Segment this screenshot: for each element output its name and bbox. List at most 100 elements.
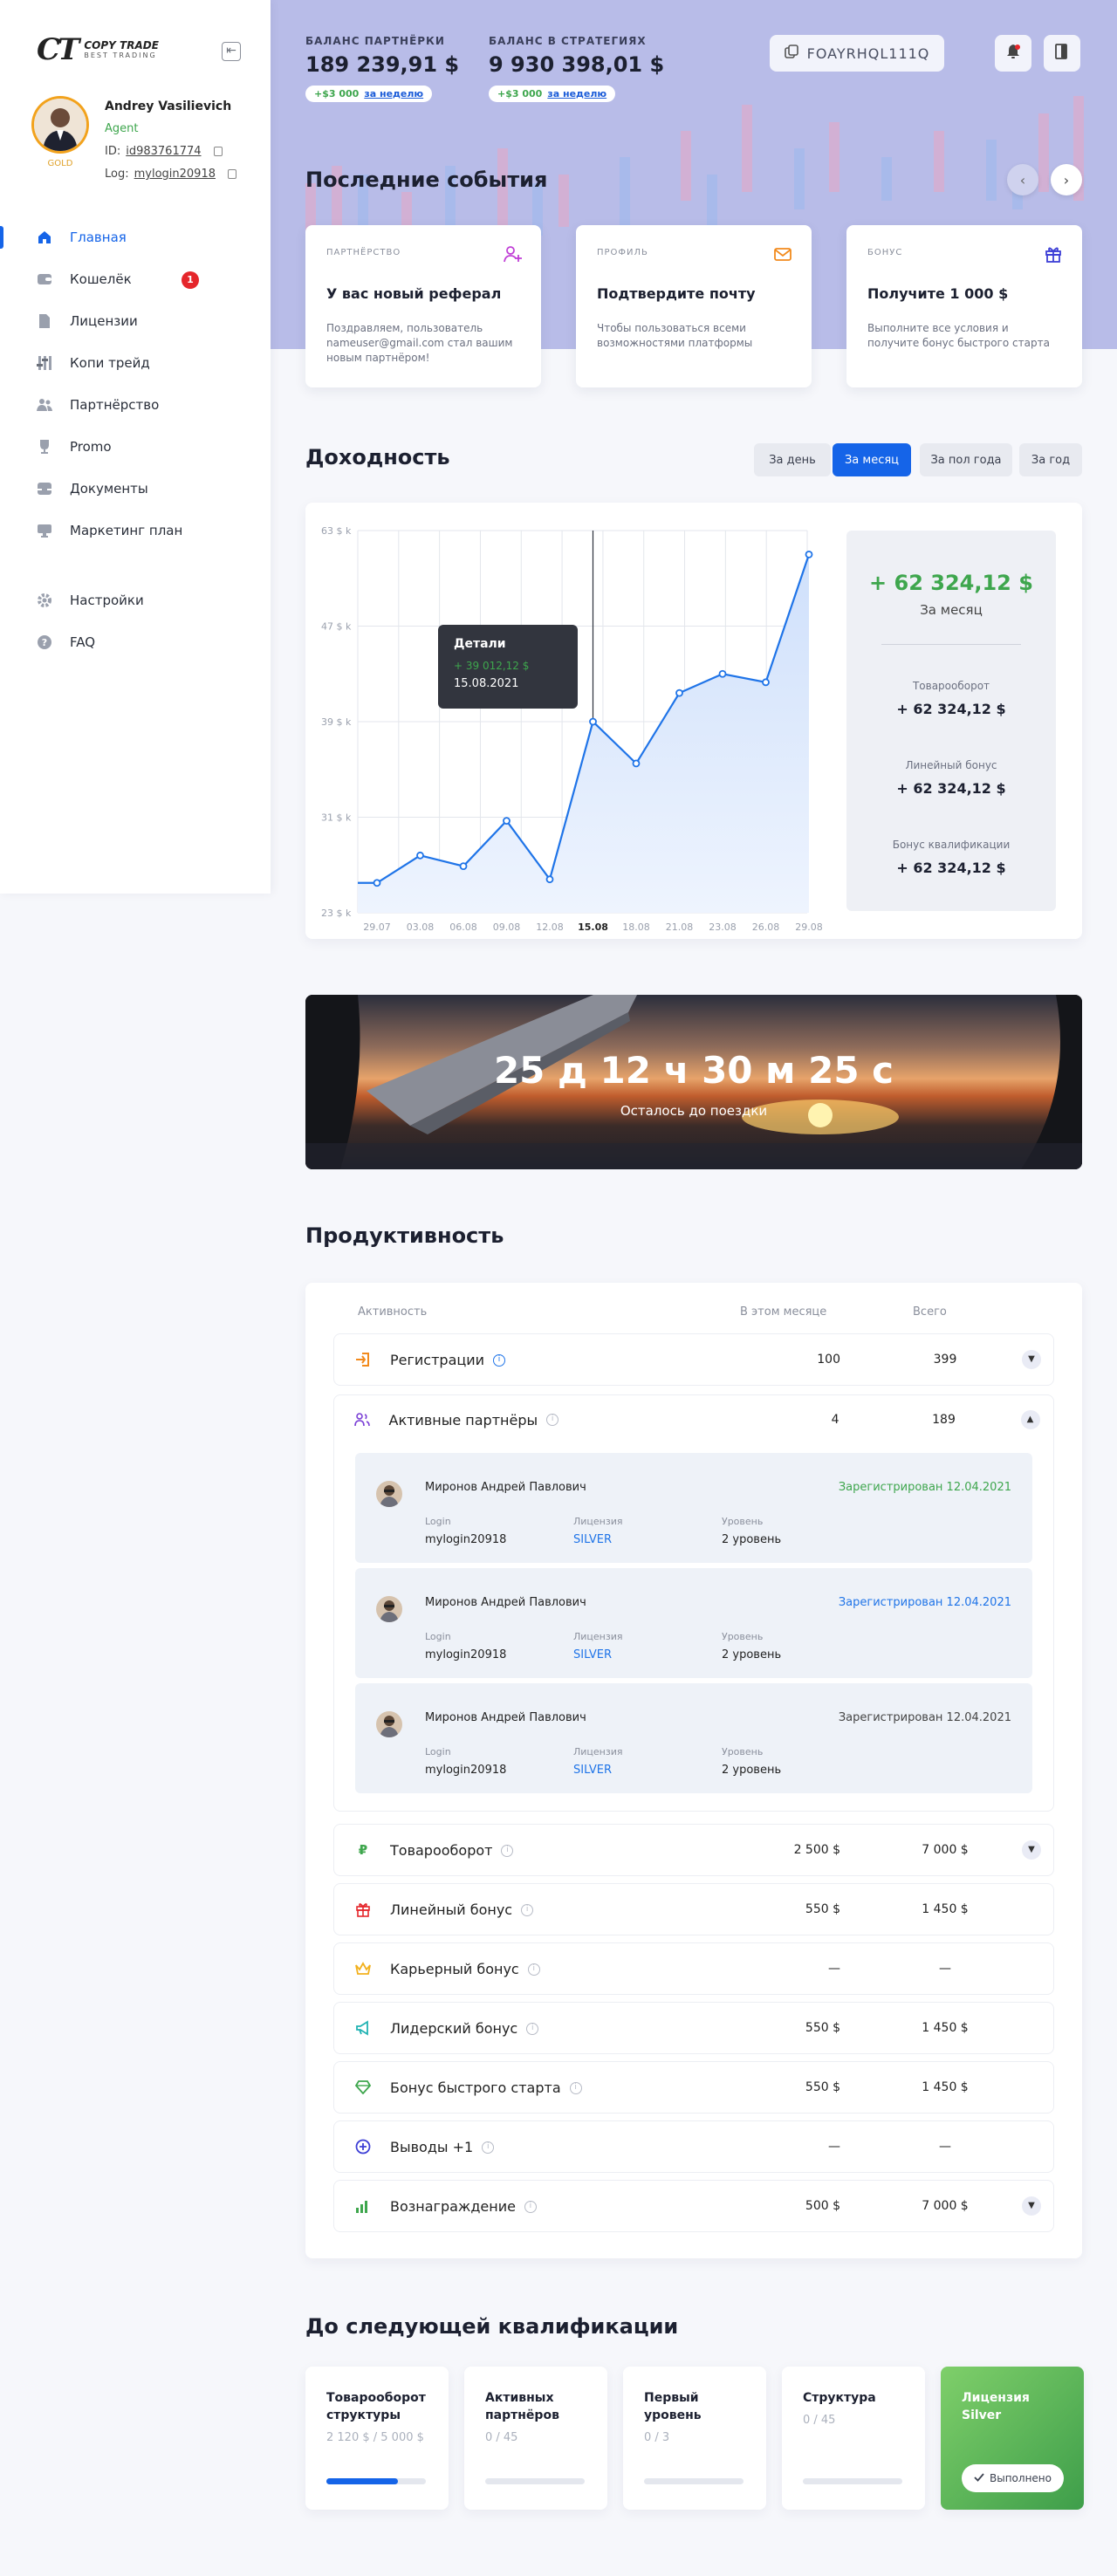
- info-icon[interactable]: i: [524, 2200, 537, 2213]
- table-row[interactable]: Выводы +1 i — —: [333, 2120, 1054, 2173]
- qualification-card[interactable]: Товарооборот структуры 2 120 $ / 5 000 $: [305, 2367, 449, 2510]
- info-icon[interactable]: i: [527, 1963, 540, 1976]
- nav-item-copy-trade[interactable]: Копи трейд: [0, 342, 271, 384]
- income-chart[interactable]: 63 $ k 47 $ k 39 $ k 31 $ k 23 $ k 29.07 03.08…: [305, 503, 829, 939]
- stat-value: + 62 324,12 $: [896, 860, 1006, 876]
- qualification-card[interactable]: Структура 0 / 45: [782, 2367, 925, 2510]
- events-title: Последние события: [305, 168, 548, 192]
- collapse-sidebar-button[interactable]: ⇤: [222, 42, 241, 61]
- table-row[interactable]: Бонус быстрого старта i 550 $ 1 450 $: [333, 2061, 1054, 2114]
- events-prev-button[interactable]: ‹: [1007, 164, 1038, 195]
- x-tick-label: 18.08: [622, 921, 650, 933]
- row-month-value: 550 $: [805, 2021, 840, 2035]
- nav-item-settings[interactable]: Настройки: [0, 579, 271, 621]
- qualification-card-progress-text: 0 / 45: [485, 2431, 518, 2444]
- info-icon[interactable]: i: [546, 1414, 559, 1426]
- events-next-button[interactable]: ›: [1051, 164, 1082, 195]
- partner-name: Миронов Андрей Павлович: [425, 1711, 586, 1724]
- nav-item-home[interactable]: Главная: [0, 216, 271, 258]
- partner-balance-period-link[interactable]: за неделю: [364, 88, 423, 99]
- progress-bar: [644, 2478, 744, 2484]
- table-row[interactable]: ₽ Товарооборот i 2 500 $ 7 000 $ ▼: [333, 1824, 1054, 1876]
- nav-item-promo[interactable]: Promo: [0, 426, 271, 468]
- qualification-card[interactable]: Первый уровень 0 / 3: [623, 2367, 766, 2510]
- strategies-balance-period-link[interactable]: за неделю: [547, 88, 606, 99]
- partner-card[interactable]: Миронов Андрей Павлович Зарегистрирован …: [355, 1568, 1032, 1678]
- mail-icon: [773, 244, 792, 264]
- strategies-balance-value: 9 930 398,01 $: [489, 52, 665, 77]
- promo-code-button[interactable]: FOAYRHQL111Q: [770, 35, 944, 72]
- notifications-button[interactable]: [995, 35, 1031, 72]
- logo[interactable]: CT COPY TRADE BEST TRADING: [37, 32, 159, 67]
- trip-countdown-banner[interactable]: 25 д 12 ч 30 м 25 с Осталось до поездки: [305, 995, 1082, 1169]
- info-icon[interactable]: i: [521, 1903, 534, 1916]
- table-row[interactable]: Лидерский бонус i 550 $ 1 450 $: [333, 2002, 1054, 2054]
- partner-login-label: Login: [425, 1746, 451, 1757]
- nav-item-documents[interactable]: Документы: [0, 468, 271, 510]
- x-tick-label: 03.08: [407, 921, 435, 933]
- chevron-down-icon[interactable]: ▼: [1022, 1350, 1041, 1369]
- copy-icon[interactable]: [213, 147, 223, 156]
- chevron-down-icon[interactable]: ▼: [1022, 1840, 1041, 1860]
- nav-item-marketing-plan[interactable]: Маркетинг план: [0, 510, 271, 552]
- info-icon[interactable]: i: [569, 2081, 582, 2094]
- event-card[interactable]: БОНУС Получите 1 000 $ Выполните все усл…: [846, 225, 1082, 387]
- event-card[interactable]: ПРОФИЛЬ Подтвердите почту Чтобы пользова…: [576, 225, 812, 387]
- row-label: Регистрации: [390, 1352, 485, 1368]
- table-row[interactable]: Линейный бонус i 550 $ 1 450 $: [333, 1883, 1054, 1935]
- row-total-value: 189: [932, 1412, 956, 1427]
- qualification-card-done[interactable]: Лицензия Silver Выполнено: [941, 2367, 1084, 2510]
- row-month-value: 4: [831, 1412, 839, 1427]
- data-point: [675, 689, 683, 697]
- copy-icon[interactable]: [228, 169, 236, 179]
- nav-item-partnership[interactable]: Партнёрство: [0, 384, 271, 426]
- partner-license-label: Лицензия: [573, 1631, 623, 1642]
- sidebar: CT COPY TRADE BEST TRADING ⇤ GOLD Andrey…: [0, 0, 271, 894]
- inbox-icon: [37, 481, 52, 497]
- table-row[interactable]: Вознаграждение i 500 $ 7 000 $ ▼: [333, 2180, 1054, 2232]
- period-day-button[interactable]: За день: [754, 443, 831, 476]
- user-login-link[interactable]: mylogin20918: [134, 168, 216, 181]
- partner-login-label: Login: [425, 1631, 451, 1642]
- qualification-card-title: Лицензия Silver: [962, 2391, 1030, 2422]
- partner-name: Миронов Андрей Павлович: [425, 1481, 586, 1494]
- gift-icon: [355, 1901, 371, 1917]
- info-icon[interactable]: i: [526, 2022, 539, 2035]
- partner-card[interactable]: Миронов Андрей Павлович Зарегистрирован …: [355, 1683, 1032, 1793]
- logo-mark: CT: [37, 32, 79, 67]
- row-month-value: 550 $: [805, 1902, 840, 1916]
- info-icon[interactable]: i: [493, 1353, 506, 1367]
- table-row[interactable]: Регистрации i 100 399 ▼: [333, 1333, 1054, 1386]
- period-month-button[interactable]: За месяц: [833, 443, 911, 476]
- partner-license-label: Лицензия: [573, 1516, 623, 1527]
- partner-avatar: [376, 1596, 402, 1622]
- partner-level-label: Уровень: [722, 1631, 764, 1642]
- partner-balance-value: 189 239,91 $: [305, 52, 460, 77]
- row-month-value: —: [828, 1962, 840, 1976]
- nav-item-faq[interactable]: ? FAQ: [0, 621, 271, 663]
- period-year-button[interactable]: За год: [1019, 443, 1082, 476]
- nav-item-label: Маркетинг план: [70, 523, 183, 538]
- users-icon: [353, 1412, 370, 1428]
- qualification-card[interactable]: Активных партнёров 0 / 45: [464, 2367, 607, 2510]
- info-icon[interactable]: i: [482, 2141, 495, 2154]
- event-text: Выполните все условия и получите бонус б…: [867, 322, 1050, 349]
- partner-card[interactable]: Миронов Андрей Павлович Зарегистрирован …: [355, 1453, 1032, 1563]
- chevron-up-icon[interactable]: ▲: [1020, 1409, 1040, 1429]
- chevron-down-icon[interactable]: ▼: [1022, 2196, 1041, 2216]
- strategies-balance: БАЛАНС В СТРАТЕГИЯХ 9 930 398,01 $ +$3 0…: [489, 35, 664, 102]
- row-label: Выводы +1: [390, 2139, 474, 2155]
- table-row[interactable]: Карьерный бонус i — —: [333, 1942, 1054, 1995]
- event-tag: ПРОФИЛЬ: [597, 248, 648, 257]
- nav-item-licenses[interactable]: Лицензии: [0, 300, 271, 342]
- nav-item-wallet[interactable]: Кошелёк 1: [0, 258, 271, 300]
- column-header: В этом месяце: [740, 1305, 827, 1319]
- avatar[interactable]: [31, 96, 89, 154]
- partner-level: 2 уровень: [722, 1533, 782, 1546]
- event-card[interactable]: ПАРТНЁРСТВО У вас новый реферал Поздравл…: [305, 225, 541, 387]
- user-id-link[interactable]: id983761774: [126, 145, 201, 158]
- info-icon[interactable]: i: [501, 1844, 514, 1857]
- period-half-year-button[interactable]: За пол года: [920, 443, 1012, 476]
- logout-button[interactable]: [1044, 35, 1080, 72]
- table-row[interactable]: Активные партнёры i 4 189 ▲: [333, 1394, 1054, 1447]
